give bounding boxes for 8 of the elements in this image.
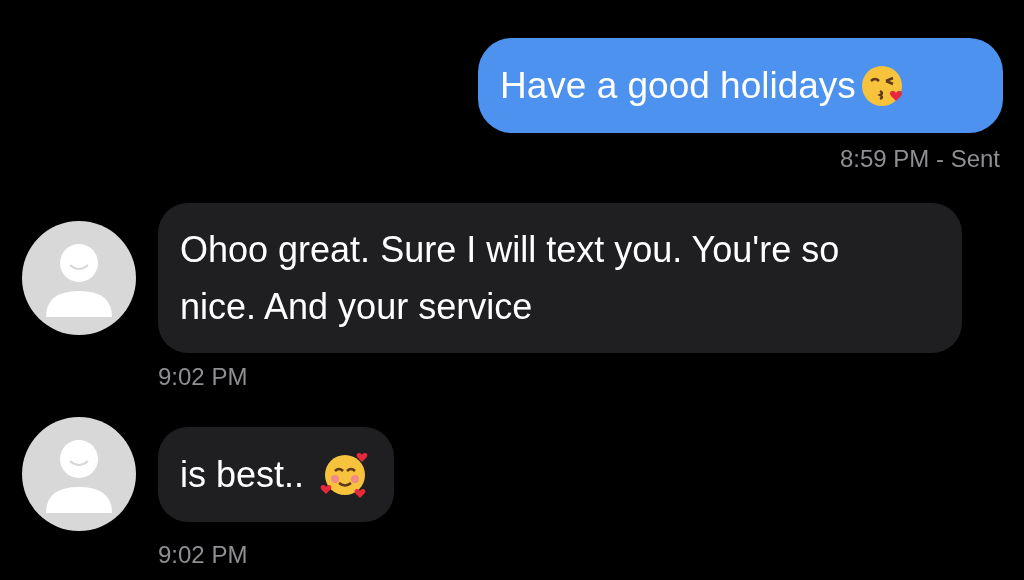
avatar-icon <box>22 221 136 335</box>
received-message-bubble: is best.. <box>158 426 395 522</box>
timestamp: 9:02 PM <box>158 362 249 392</box>
sent-message-bubble: Have a good holidays <box>478 38 1003 133</box>
avatar-icon <box>22 417 136 531</box>
received-message-bubble: Ohoo great. Sure I will text you. You're so nice. And your service <box>158 203 962 353</box>
timestamp: 8:59 PM - Sent <box>839 144 1000 174</box>
timestamp: 9:02 PM <box>158 540 249 570</box>
